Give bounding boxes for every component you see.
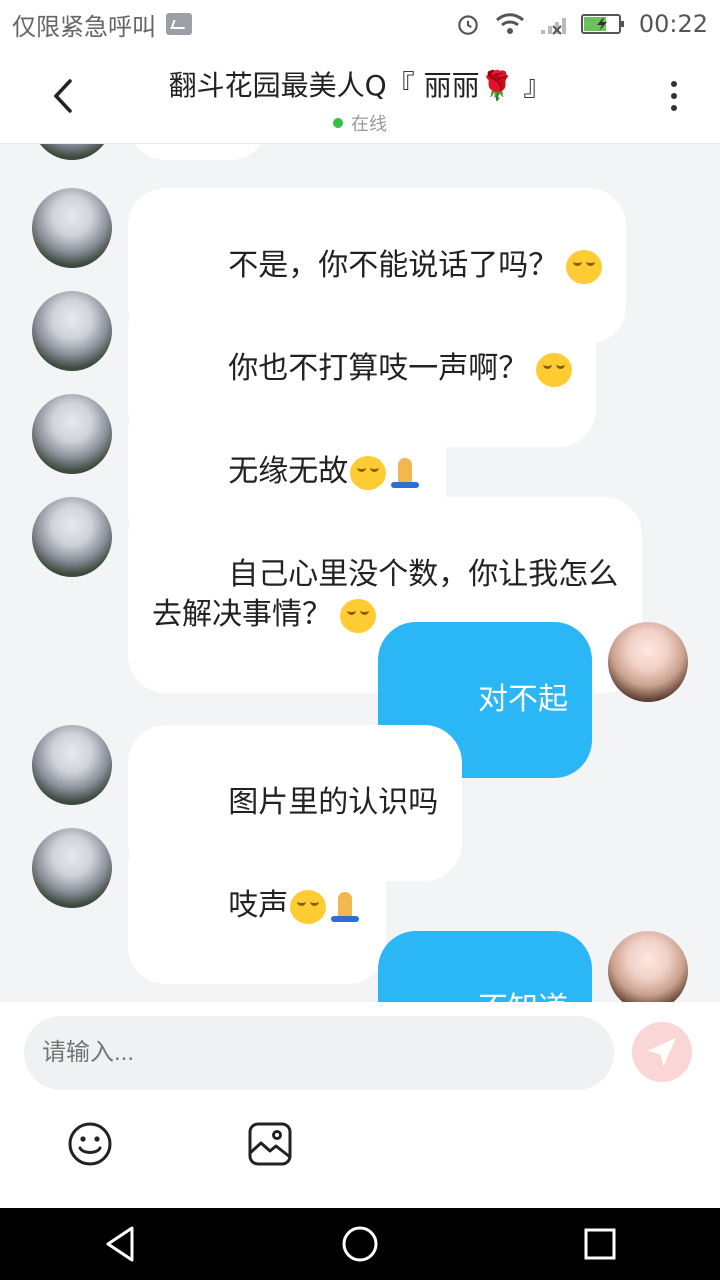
message-input[interactable] [24,1016,614,1090]
chat-screen: 仅限紧急呼叫 00:22 翻斗花园最美人Q『 丽丽🌹 』 在线 不是，你不能说话… [0,0,720,1280]
more-dot [671,81,677,87]
message-text: 无缘无故 [228,454,349,489]
nav-home-button[interactable] [320,1208,400,1280]
alarm-icon [458,15,478,35]
message-text: 不知道 [478,991,568,1002]
send-icon [647,1037,677,1067]
more-options-button[interactable] [658,72,690,120]
message-bubble-cut [128,144,268,160]
nav-recents-button[interactable] [560,1208,640,1280]
smile-emoji-icon [566,249,603,284]
emoji-icon [68,1122,112,1166]
message-bubble-self: 不知道 [377,931,592,1002]
back-button[interactable] [40,72,88,120]
battery-charging-icon [580,14,624,34]
composer [0,1002,720,1208]
status-carrier-text: 仅限紧急呼叫 [12,12,156,41]
message-text: 你也不打算吱一声啊？ [228,351,529,386]
message-text: 对不起 [478,682,568,717]
chevron-left-icon [53,79,72,113]
back-triangle-icon [106,1226,134,1262]
nav-back-button[interactable] [80,1208,160,1280]
message-text: 不是，你不能说话了吗？ [228,248,559,283]
more-dot [671,93,677,99]
notification-image-icon [166,13,192,35]
pray-emoji-icon [328,890,362,924]
online-dot-icon [333,118,343,128]
wifi-icon [495,13,524,34]
more-dot [671,105,677,111]
avatar-other[interactable] [32,188,112,268]
image-button[interactable] [246,1120,294,1168]
message-text: 图片里的认识吗 [228,785,439,820]
online-status-label: 在线 [351,114,387,135]
avatar-other[interactable] [32,291,112,371]
smile-emoji-icon [340,598,376,633]
avatar-other[interactable] [32,725,112,805]
emoji-button[interactable] [66,1120,114,1168]
smile-emoji-icon [350,455,387,490]
chat-header: 翻斗花园最美人Q『 丽丽🌹 』 在线 [0,48,720,144]
avatar-other[interactable] [32,497,112,577]
chat-title: 翻斗花园最美人Q『 丽丽🌹 』 [168,69,552,102]
recents-square-icon [584,1228,616,1260]
message-bubble: 吱声 [128,828,387,984]
smile-emoji-icon [536,352,573,387]
message-list[interactable]: 不是，你不能说话了吗？ 你也不打算吱一声啊？ 无缘无故 自己心里没个数，你让我怎… [0,144,720,1002]
avatar-other[interactable] [32,828,112,908]
pray-emoji-icon [388,456,422,490]
image-icon [248,1122,292,1166]
home-circle-icon [342,1226,378,1262]
clock: 00:22 [638,10,708,38]
message-text: 吱声 [228,888,289,923]
send-button[interactable] [632,1022,692,1082]
status-bar: 仅限紧急呼叫 00:22 [0,0,720,48]
online-status: 在线 [120,110,600,136]
message-text: 自己心里没个数，你让我怎么 去解决事情？ [152,557,619,632]
smile-emoji-icon [290,889,327,924]
avatar-self[interactable] [608,931,688,1002]
signal-icon [540,18,566,35]
avatar-other[interactable] [32,144,112,160]
avatar-self[interactable] [608,622,688,702]
system-nav-bar [0,1208,720,1280]
message-row-cut [0,144,720,160]
avatar-other[interactable] [32,394,112,474]
title-block: 翻斗花园最美人Q『 丽丽🌹 』 在线 [120,64,600,136]
